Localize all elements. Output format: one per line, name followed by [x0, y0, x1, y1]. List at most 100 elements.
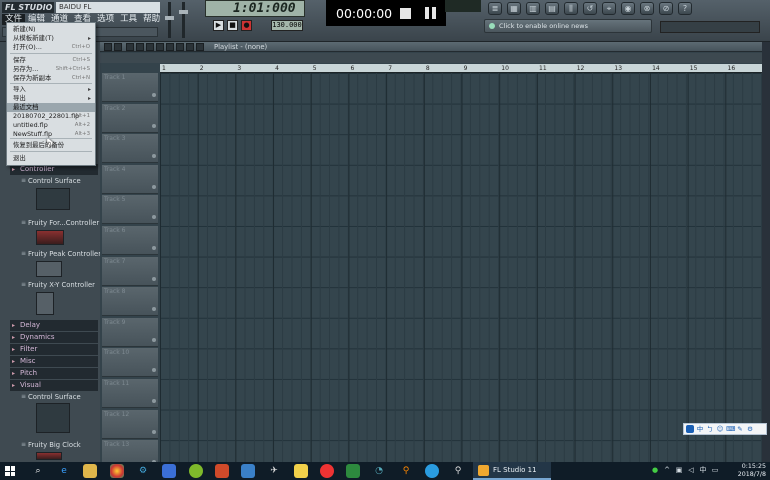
browser-category-misc[interactable]: Misc	[10, 356, 98, 367]
playlist-mute-icon[interactable]	[156, 43, 164, 51]
playlist-ruler[interactable]: 1 2 3 4 5 6 7 8 9 10 11 12 13 14 15 16	[160, 64, 762, 73]
playlist-playback-icon[interactable]	[196, 43, 204, 51]
browser-360-icon[interactable]	[189, 464, 203, 478]
master-pitch-slider[interactable]	[179, 2, 188, 38]
track-header[interactable]: Track 10	[102, 348, 158, 378]
visual-control-surface-thumbnail[interactable]	[36, 403, 70, 433]
piano-roll-icon[interactable]: ▥	[526, 2, 540, 15]
store-app-icon[interactable]	[241, 464, 255, 478]
menu-item-5[interactable]: 工具	[117, 14, 140, 25]
tray-notification-icon[interactable]: ▭	[710, 465, 720, 476]
track-header[interactable]: Track 4	[102, 164, 158, 194]
playlist-paint-icon[interactable]	[136, 43, 144, 51]
playlist-slice-icon[interactable]	[166, 43, 174, 51]
browser-icon[interactable]: ▤	[545, 2, 559, 15]
taskbar-clock[interactable]: 0:15:25 2018/7/8	[730, 463, 766, 479]
file-menu-item[interactable]: 导出 ▸	[7, 94, 95, 103]
taskbar-fl-studio[interactable]: FL Studio 11	[473, 462, 551, 480]
file-menu-item[interactable]: 打开(O)... Ctrl+O	[7, 43, 95, 52]
tray-network-icon[interactable]: ▣	[674, 465, 684, 476]
wechat-icon[interactable]	[346, 464, 360, 478]
magnifier-app-icon[interactable]: ⚲	[451, 464, 465, 478]
help-icon[interactable]: ?	[678, 2, 692, 15]
chat-app-icon[interactable]: ◔	[372, 464, 386, 478]
track-header[interactable]: Track 12	[102, 409, 158, 439]
tray-chevron-icon[interactable]: ^	[662, 465, 672, 476]
browser-item-fruity-peak-controller[interactable]: Fruity Peak Controller	[21, 249, 100, 259]
search-icon[interactable]: ⌕	[31, 464, 45, 478]
browser-category-filter[interactable]: Filter	[10, 344, 98, 355]
playlist-grid[interactable]	[160, 73, 762, 462]
step-sequencer-icon[interactable]: ▦	[507, 2, 521, 15]
control-surface-thumbnail[interactable]	[36, 188, 70, 210]
formula-controller-thumbnail[interactable]	[36, 230, 64, 245]
browser-item-fruity-xy-controller[interactable]: Fruity X-Y Controller	[21, 280, 95, 290]
file-menu-item[interactable]: 另存为... Shift+Ctrl+S	[7, 65, 95, 74]
ime-logo-icon[interactable]	[686, 425, 694, 433]
file-menu-item[interactable]: 保存为新副本 Ctrl+N	[7, 74, 95, 83]
peak-controller-thumbnail[interactable]	[36, 261, 62, 277]
tray-status-icon[interactable]: ●	[650, 465, 660, 476]
big-clock-thumbnail[interactable]	[36, 452, 62, 460]
file-menu-item[interactable]: untitled.flp Alt+2	[7, 121, 95, 130]
file-menu-item[interactable]: 保存 Ctrl+S	[7, 56, 95, 65]
browser-item-control-surface[interactable]: Control Surface	[21, 176, 81, 186]
office-app-icon[interactable]	[215, 464, 229, 478]
track-header[interactable]: Track 3	[102, 134, 158, 164]
vpn-app-icon[interactable]: ✈	[267, 464, 281, 478]
tray-ime-indicator[interactable]: 中	[698, 465, 708, 476]
playlist-delete-icon[interactable]	[146, 43, 154, 51]
file-menu-item[interactable]: 最近文档	[7, 103, 95, 112]
stop-button[interactable]: ■	[227, 20, 238, 31]
playlist-pencil-icon[interactable]	[126, 43, 134, 51]
mixer-icon[interactable]: ⫼	[564, 2, 578, 15]
start-button[interactable]	[5, 466, 15, 476]
playlist-window-icon[interactable]: ≣	[488, 2, 502, 15]
notes-app-icon[interactable]	[294, 464, 308, 478]
track-header[interactable]: Track 11	[102, 379, 158, 408]
file-menu-item[interactable]: 退出	[7, 154, 95, 163]
track-header[interactable]: Track 7	[102, 256, 158, 286]
online-news-ticker[interactable]: Click to enable online news	[484, 19, 652, 33]
recorder-pause-icon[interactable]	[425, 7, 436, 19]
browser-item-control-surface-visual[interactable]: Control Surface	[21, 392, 81, 402]
record-mode-icon[interactable]: ◉	[621, 2, 635, 15]
play-button[interactable]: ▶	[213, 20, 224, 31]
ime-button-icon[interactable]: ✎	[736, 425, 744, 433]
browser-category-pitch[interactable]: Pitch	[10, 368, 98, 379]
link-icon[interactable]: ⊗	[640, 2, 654, 15]
file-menu-item[interactable]: 20180702_22801.flp Alt+1	[7, 112, 95, 121]
browser-item-fruity-big-clock[interactable]: Fruity Big Clock	[21, 440, 81, 450]
file-explorer-icon[interactable]	[83, 464, 97, 478]
menu-item-6[interactable]: 帮助	[140, 14, 163, 25]
metronome-icon[interactable]: ⌖	[602, 2, 616, 15]
tray-volume-icon[interactable]: ◁	[686, 465, 696, 476]
track-header[interactable]: Track 8	[102, 287, 158, 317]
track-header[interactable]: Track 9	[102, 317, 158, 347]
file-menu-item[interactable]: 从模板新建(T) ▸	[7, 34, 95, 43]
menu-item-4[interactable]: 选项	[94, 14, 117, 25]
qq-browser-icon[interactable]	[425, 464, 439, 478]
recorder-stop-icon[interactable]	[400, 7, 411, 19]
master-volume-slider[interactable]	[165, 2, 174, 38]
ime-button-icon[interactable]: ⚙	[746, 425, 754, 433]
playlist-zoom-icon[interactable]	[186, 43, 194, 51]
file-menu-item[interactable]: NewStuff.flp Alt+3	[7, 130, 95, 139]
photos-app-icon[interactable]	[162, 464, 176, 478]
playlist-magnet-icon[interactable]	[114, 43, 122, 51]
file-menu-item[interactable]: 导入 ▸	[7, 85, 95, 94]
edge-icon[interactable]: e	[57, 464, 71, 478]
key-app-icon[interactable]: ⚲	[399, 464, 413, 478]
project-name-field[interactable]: BAIDU FL	[56, 2, 160, 13]
file-menu-item[interactable]: 新建(N)	[7, 25, 95, 34]
music-app-icon[interactable]	[320, 464, 334, 478]
ime-button-icon[interactable]: 中	[696, 425, 704, 433]
track-header[interactable]: Track 2	[102, 103, 158, 133]
browser-item-fruity-formula-controller[interactable]: Fruity For...Controller	[21, 218, 99, 228]
file-menu-item[interactable]: 恢复到最后的备份	[7, 141, 95, 150]
tempo-display[interactable]: 130.000	[271, 20, 303, 31]
ime-button-icon[interactable]: ☺	[716, 425, 724, 433]
ime-button-icon[interactable]: ⌨	[726, 425, 735, 433]
browser-category-visual[interactable]: Visual	[10, 380, 98, 391]
settings-app-icon[interactable]: ⚙	[136, 464, 150, 478]
